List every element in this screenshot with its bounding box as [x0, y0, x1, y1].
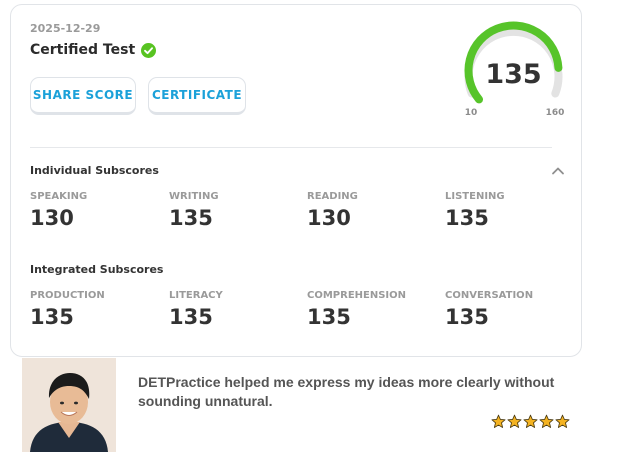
subscore-value: 135: [169, 206, 213, 230]
subscore-speaking: SPEAKING 130: [30, 191, 87, 230]
divider: [30, 147, 552, 148]
subscore-reading: READING 130: [307, 191, 358, 230]
subscore-value: 135: [307, 305, 351, 329]
rating-stars: [491, 414, 570, 429]
check-circle-icon: [141, 42, 157, 58]
star-icon: [523, 414, 538, 428]
subscore-value: 130: [30, 206, 74, 230]
subscore-value: 135: [445, 305, 489, 329]
test-title: Certified Test: [30, 42, 136, 58]
page: 2025-12-29 Certified Test SHARE SCORE CE…: [0, 0, 629, 459]
overall-score: 135: [485, 59, 541, 90]
star-icon: [539, 414, 554, 428]
title-row: Certified Test: [30, 42, 157, 58]
avatar-illustration: [22, 358, 116, 452]
subscore-value: 135: [445, 206, 489, 230]
subscore-writing: WRITING 135: [169, 191, 219, 230]
testimonial-quote: DETPractice helped me express my ideas m…: [138, 374, 555, 409]
share-score-button[interactable]: SHARE SCORE: [30, 77, 136, 115]
subscore-value: 135: [169, 305, 213, 329]
subscore-label: LITERACY: [169, 290, 223, 301]
star-icon: [491, 414, 506, 428]
subscore-label: PRODUCTION: [30, 290, 105, 301]
subscore-label: READING: [307, 191, 358, 202]
subscore-label: COMPREHENSION: [307, 290, 407, 301]
test-date: 2025-12-29: [30, 22, 101, 35]
subscore-label: CONVERSATION: [445, 290, 534, 301]
integrated-subscores-title: Integrated Subscores: [30, 263, 164, 276]
subscore-label: SPEAKING: [30, 191, 88, 202]
star-icon: [555, 414, 570, 428]
star-icon: [507, 414, 522, 428]
subscore-value: 130: [307, 206, 351, 230]
subscore-literacy: LITERACY 135: [169, 290, 223, 329]
testimonial-avatar: [22, 358, 116, 452]
subscore-label: WRITING: [169, 191, 219, 202]
subscore-production: PRODUCTION 135: [30, 290, 105, 329]
gauge-max-label: 160: [546, 108, 565, 118]
subscore-conversation: CONVERSATION 135: [445, 290, 533, 329]
subscore-label: LISTENING: [445, 191, 505, 202]
subscore-value: 135: [30, 305, 74, 329]
certificate-button[interactable]: CERTIFICATE: [148, 77, 246, 115]
chevron-up-icon[interactable]: [551, 165, 565, 177]
score-card: 2025-12-29 Certified Test SHARE SCORE CE…: [10, 4, 582, 357]
subscore-listening: LISTENING 135: [445, 191, 505, 230]
gauge-min-label: 10: [465, 108, 478, 118]
individual-subscores-title: Individual Subscores: [30, 164, 159, 177]
subscore-comprehension: COMPREHENSION 135: [307, 290, 406, 329]
overall-score-gauge: 135 10 160: [464, 21, 565, 118]
